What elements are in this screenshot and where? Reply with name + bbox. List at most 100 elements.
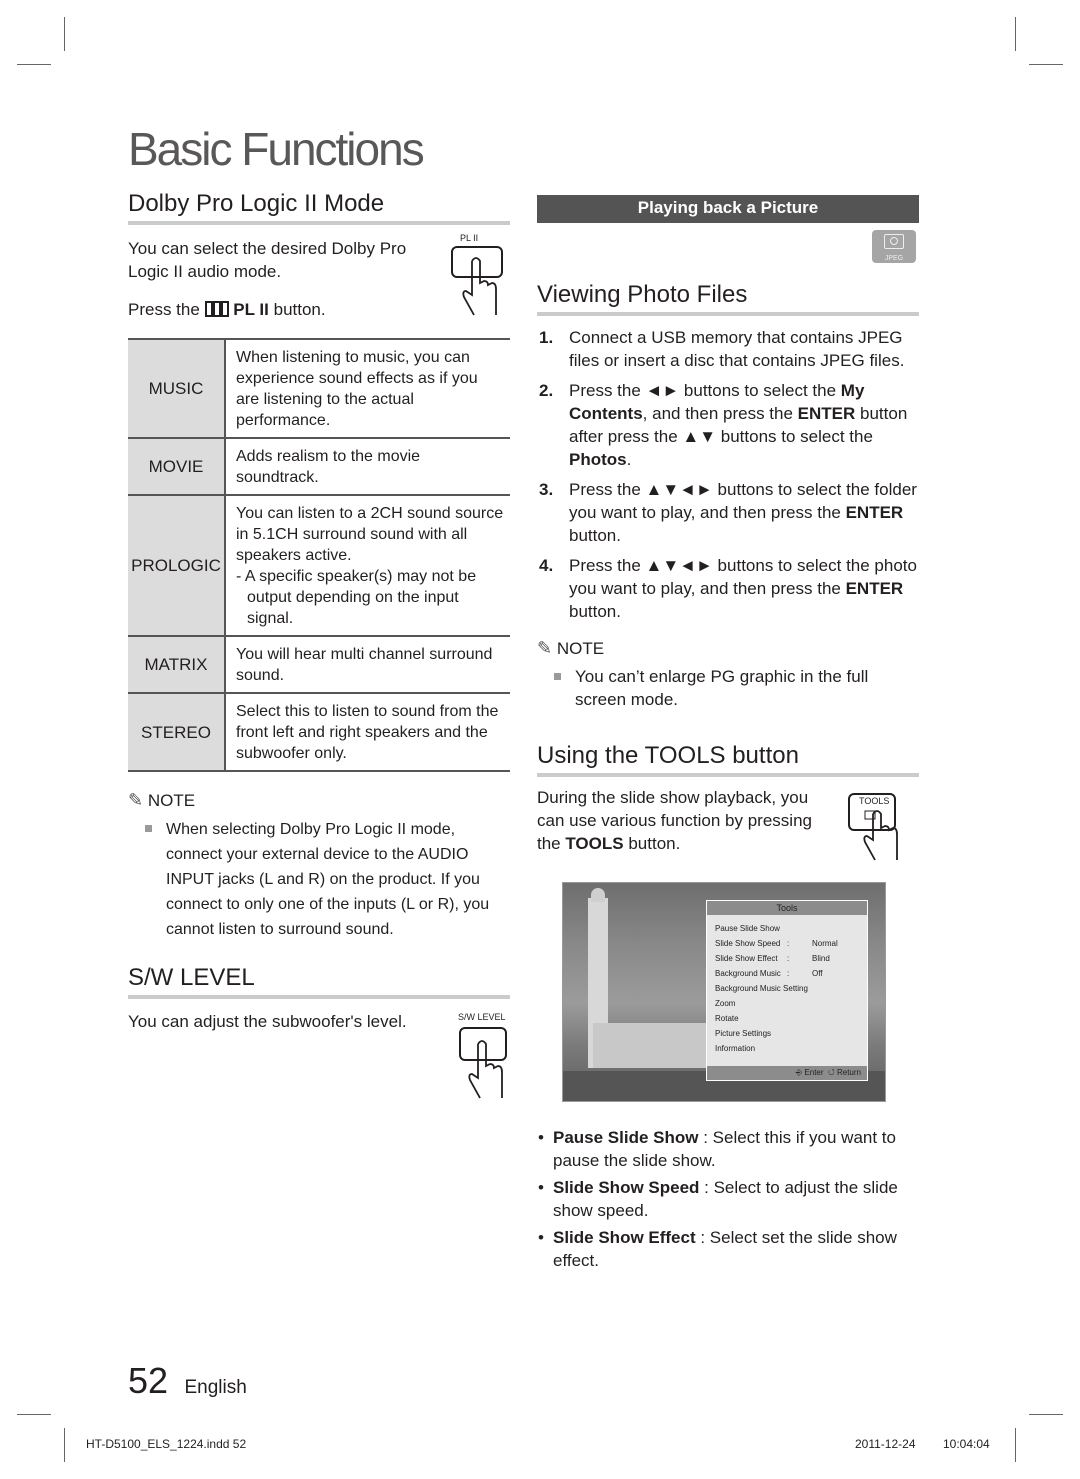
- step-item: 1. Connect a USB memory that contains JPE…: [537, 326, 923, 372]
- step-number: 1.: [539, 328, 554, 347]
- menu-item-label: Background Music: [715, 969, 781, 978]
- tools-bullet-item: • Slide Show Effect : Select set the slid…: [537, 1226, 917, 1272]
- square-bullet-icon: [145, 825, 152, 832]
- square-bullet-icon: [554, 673, 561, 680]
- tools-menu-item[interactable]: Picture Settings: [707, 1026, 867, 1041]
- crop-mark: [64, 1428, 65, 1462]
- step-text: Press the ◄► buttons to select the: [569, 381, 841, 400]
- mode-desc: You will hear multi channel surround sou…: [225, 636, 510, 694]
- press-button-name: PL II: [233, 300, 269, 319]
- note-text: You can’t enlarge PG graphic in the full…: [575, 667, 869, 709]
- tools-screenshot: Tools Pause Slide Show Slide Show Speed: N…: [562, 882, 886, 1102]
- table-row: PROLOGIC You can listen to a 2CH sound s…: [128, 495, 510, 637]
- dolby-note: ✎ NOTE When selecting Dolby Pro Logic II…: [128, 790, 498, 942]
- menu-item-label: Zoom: [715, 999, 736, 1008]
- menu-item-colon: :: [787, 969, 790, 978]
- mode-desc: Select this to listen to sound from the …: [225, 693, 510, 772]
- mode-desc-main: You can listen to a 2CH sound source in …: [236, 505, 504, 564]
- note-header: ✎ NOTE: [128, 790, 498, 811]
- step-bold-term: ENTER: [845, 579, 904, 598]
- section-banner: Playing back a Picture: [537, 195, 919, 223]
- mode-key: PROLOGIC: [128, 495, 226, 637]
- page-number: 52: [128, 1360, 169, 1401]
- menu-item-value: Blind: [812, 954, 830, 963]
- step-text: .: [626, 450, 632, 469]
- sw-level-text: You can adjust the subwoofer's level.: [128, 1012, 407, 1031]
- tools-menu-title: Tools: [707, 901, 867, 915]
- mode-desc: Adds realism to the movie soundtrack.: [225, 438, 510, 496]
- page-number-block: 52 English: [128, 1360, 247, 1402]
- table-row: MATRIX You will hear multi channel surro…: [128, 636, 510, 694]
- mode-key: MUSIC: [128, 338, 226, 439]
- footer-date: 2011-12-24: [855, 1437, 916, 1451]
- menu-item-label: Slide Show Speed: [715, 939, 781, 948]
- tools-menu-item[interactable]: Background Music: Off: [707, 966, 867, 981]
- press-prefix: Press the: [128, 300, 200, 319]
- pl2-remote-button-icon: PL II: [448, 233, 508, 328]
- mode-key: STEREO: [128, 693, 226, 772]
- photo-steps-list: 1. Connect a USB memory that contains JPE…: [537, 326, 923, 630]
- enter-icon: ⎆: [795, 1068, 803, 1077]
- jpeg-badge: JPEG: [872, 230, 916, 263]
- menu-item-colon: :: [787, 954, 790, 963]
- tools-bullets: • Pause Slide Show : Select this if you w…: [537, 1126, 917, 1276]
- pencil-note-icon: ✎: [537, 638, 553, 658]
- note-title: NOTE: [147, 791, 196, 810]
- enter-label: Enter: [804, 1068, 824, 1077]
- dolby-intro: You can select the desired Dolby Pro Log…: [128, 239, 407, 281]
- footer-time: 10:04:04: [943, 1437, 990, 1451]
- sw-level-remote-button-icon: S/W LEVEL: [456, 1012, 516, 1112]
- note-title: NOTE: [556, 639, 605, 658]
- crop-mark: [17, 1414, 51, 1415]
- step-bold-term: Photos: [569, 450, 627, 469]
- tools-menu-item[interactable]: Pause Slide Show: [707, 921, 867, 936]
- tools-menu-item[interactable]: Slide Show Effect: Blind: [707, 951, 867, 966]
- step-item: 2. Press the ◄► buttons to select the My …: [537, 379, 923, 471]
- crop-mark: [1015, 17, 1016, 51]
- menu-item-label: Background Music Setting: [715, 984, 808, 993]
- bullet-dot-icon: •: [538, 1178, 544, 1197]
- step-text: button.: [569, 526, 621, 545]
- dolby-heading: Dolby Pro Logic II Mode: [128, 190, 510, 225]
- note-header: ✎ NOTE: [537, 638, 923, 659]
- menu-item-value: Normal: [812, 939, 838, 948]
- crop-mark: [1029, 64, 1063, 65]
- tools-bullet-item: • Pause Slide Show : Select this if you w…: [537, 1126, 917, 1172]
- dolby-modes-table: MUSIC When listening to music, you can e…: [128, 338, 510, 772]
- footer-file: HT-D5100_ELS_1224.indd 52: [86, 1437, 247, 1451]
- bullet-term: Slide Show Effect: [553, 1228, 696, 1247]
- mode-key: MOVIE: [128, 438, 226, 496]
- note-item: When selecting Dolby Pro Logic II mode, …: [128, 817, 498, 942]
- step-number: 2.: [539, 381, 554, 400]
- bullet-dot-icon: •: [538, 1128, 544, 1147]
- mode-desc: You can listen to a 2CH sound source in …: [225, 495, 510, 637]
- step-text: button.: [569, 602, 621, 621]
- tools-menu-item[interactable]: Slide Show Speed: Normal: [707, 936, 867, 951]
- table-row: MUSIC When listening to music, you can e…: [128, 338, 510, 439]
- minaret-dome: [591, 888, 605, 902]
- pencil-note-icon: ✎: [128, 790, 144, 810]
- tools-menu-item[interactable]: Background Music Setting: [707, 981, 867, 996]
- bullet-term: Slide Show Speed: [553, 1178, 700, 1197]
- step-item: 3. Press the ▲▼◄► buttons to select the f…: [537, 478, 923, 547]
- crop-mark: [1029, 1414, 1063, 1415]
- crop-mark: [1015, 1428, 1016, 1462]
- tools-menu-item[interactable]: Information: [707, 1041, 867, 1056]
- tools-menu-item[interactable]: Zoom: [707, 996, 867, 1011]
- menu-item-label: Picture Settings: [715, 1029, 772, 1038]
- bullet-dot-icon: •: [538, 1228, 544, 1247]
- photo-note: ✎ NOTE You can’t enlarge PG graphic in t…: [537, 638, 923, 711]
- menu-item-value: Off: [812, 969, 823, 978]
- viewing-photo-heading: Viewing Photo Files: [537, 281, 919, 316]
- step-number: 3.: [539, 480, 554, 499]
- table-row: MOVIE Adds realism to the movie soundtra…: [128, 438, 510, 496]
- tools-menu-item[interactable]: Rotate: [707, 1011, 867, 1026]
- crop-mark: [64, 17, 65, 51]
- building-image: [593, 1023, 713, 1068]
- tools-bullet-item: • Slide Show Speed : Select to adjust the…: [537, 1176, 917, 1222]
- step-item: 4. Press the ▲▼◄► buttons to select the p…: [537, 554, 923, 623]
- sw-level-heading: S/W LEVEL: [128, 964, 510, 999]
- step-text: Connect a USB memory that contains JPEG …: [569, 328, 905, 370]
- table-row: STEREO Select this to listen to sound fr…: [128, 693, 510, 772]
- note-item: You can’t enlarge PG graphic in the full…: [537, 665, 923, 711]
